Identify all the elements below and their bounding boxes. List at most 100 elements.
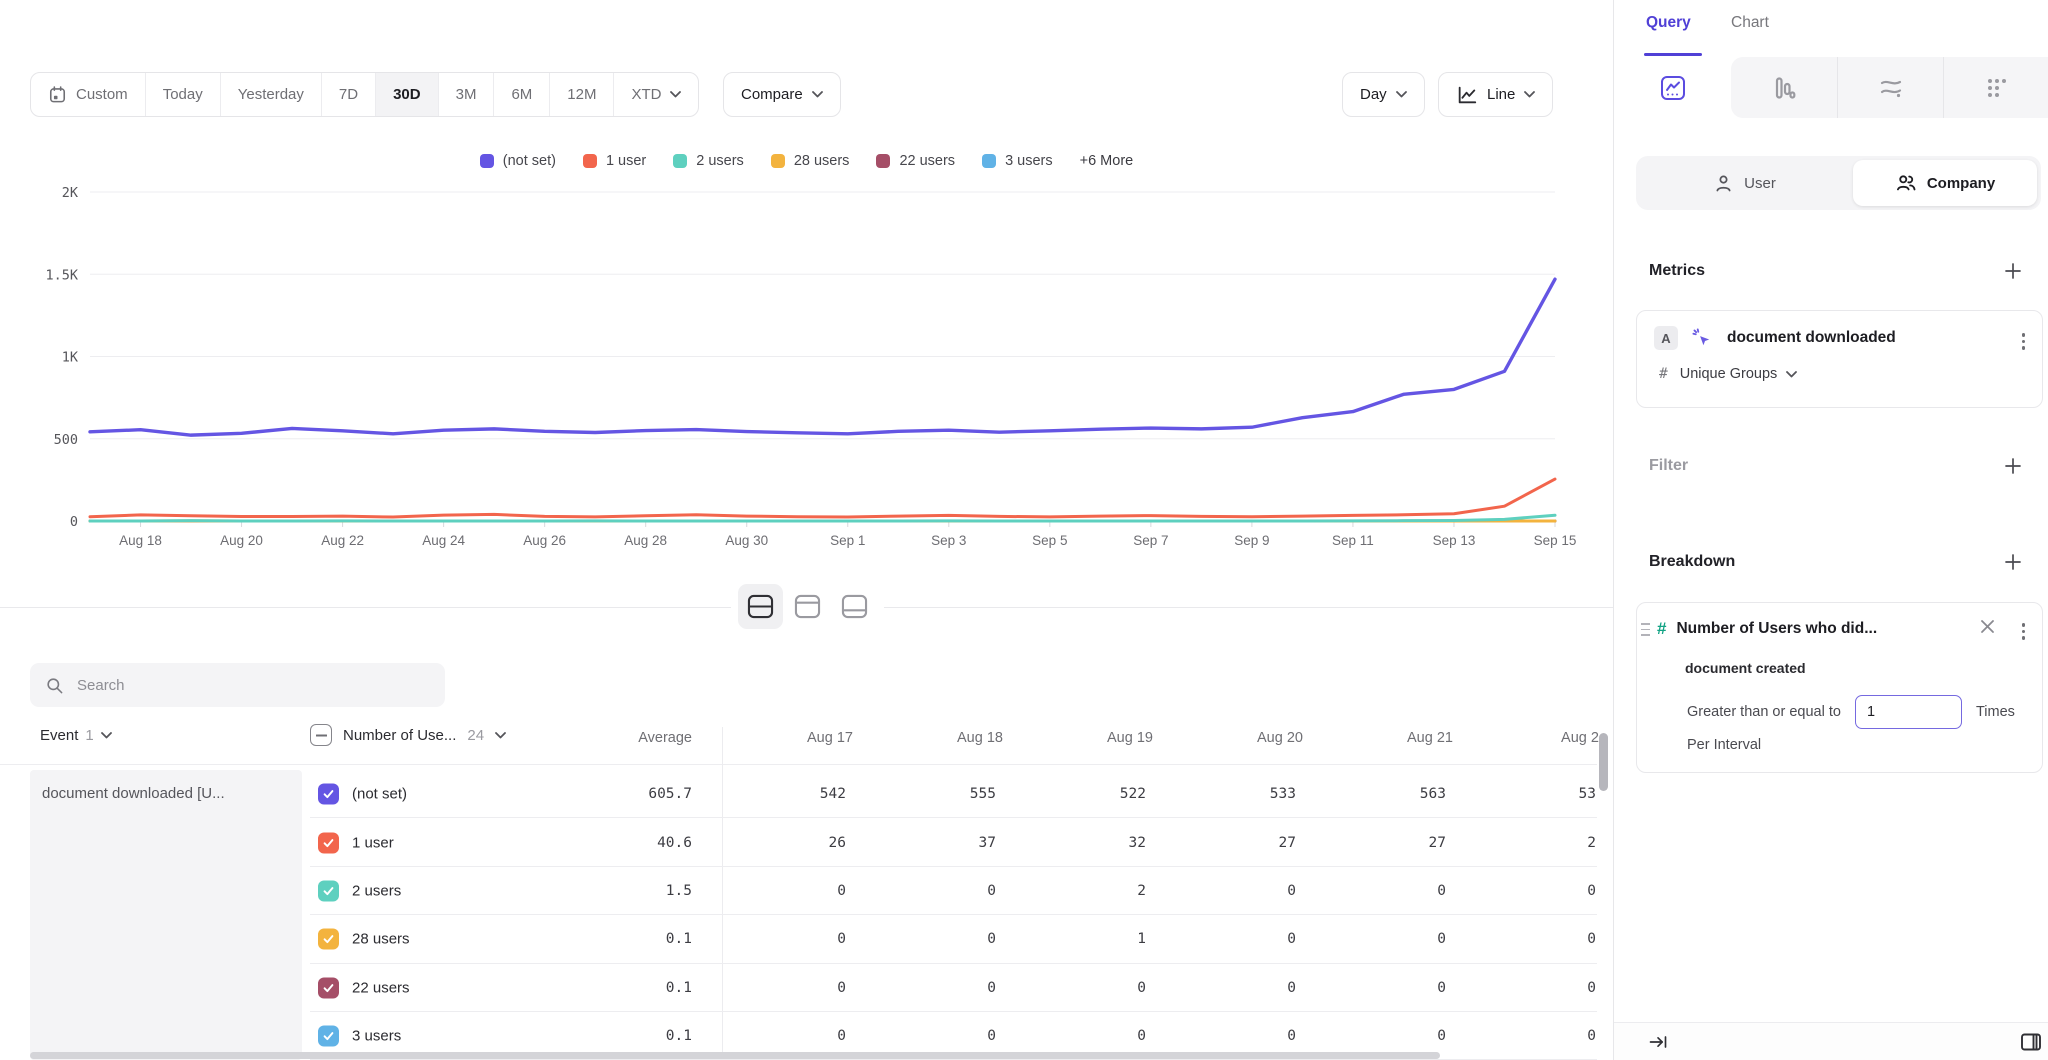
cell-day-value: 0 bbox=[1355, 1028, 1446, 1044]
range-3m[interactable]: 3M bbox=[439, 73, 495, 116]
interval-label: Day bbox=[1360, 86, 1387, 103]
line-chart-boxed-icon bbox=[1659, 74, 1687, 102]
column-header-day[interactable]: Aug 18 bbox=[905, 730, 1055, 746]
range-yesterday[interactable]: Yesterday bbox=[221, 73, 322, 116]
column-header-day[interactable]: Aug 21 bbox=[1355, 730, 1505, 746]
series-count: 24 bbox=[467, 727, 484, 744]
remove-breakdown-button[interactable] bbox=[1980, 619, 1995, 634]
cell-average: 0.1 bbox=[560, 980, 692, 996]
range-today[interactable]: Today bbox=[146, 73, 221, 116]
svg-text:0: 0 bbox=[70, 514, 78, 530]
chevron-down-icon bbox=[1524, 91, 1535, 98]
range-30d[interactable]: 30D bbox=[376, 73, 439, 116]
chevron-down-icon bbox=[670, 91, 681, 98]
series-column-header[interactable]: Number of Use... 24 bbox=[310, 724, 506, 746]
checkmark-icon bbox=[322, 933, 335, 946]
toggle-user[interactable]: User bbox=[1636, 156, 1853, 210]
metric-more-menu[interactable] bbox=[2018, 329, 2030, 354]
chevron-down-icon bbox=[1396, 91, 1407, 98]
chart-type-line-button[interactable] bbox=[1614, 57, 1731, 118]
cell-day-value: 0 bbox=[1355, 980, 1446, 996]
cell-day-value: 27 bbox=[1205, 835, 1296, 851]
chevron-down-icon bbox=[812, 91, 823, 98]
chart-type-selector bbox=[1614, 57, 2048, 118]
layout-chart-only-button[interactable] bbox=[785, 584, 830, 629]
breakdown-more-menu[interactable] bbox=[2018, 619, 2030, 644]
range-custom[interactable]: Custom bbox=[31, 73, 146, 116]
condition-value-input[interactable] bbox=[1855, 695, 1962, 729]
column-header-day[interactable]: Aug 17 bbox=[755, 730, 905, 746]
add-breakdown-button[interactable] bbox=[2002, 551, 2024, 573]
collapse-panel-button[interactable] bbox=[1648, 1032, 1668, 1052]
svg-text:Sep 13: Sep 13 bbox=[1433, 533, 1476, 548]
tab-query[interactable]: Query bbox=[1646, 14, 1691, 32]
checkmark-icon bbox=[322, 836, 335, 849]
layout-table-only-button[interactable] bbox=[832, 584, 877, 629]
per-interval-label[interactable]: Per Interval bbox=[1687, 737, 1761, 753]
add-filter-button[interactable] bbox=[2002, 455, 2024, 477]
interval-button[interactable]: Day bbox=[1342, 72, 1425, 117]
chart-type-options bbox=[1731, 57, 2048, 118]
tab-chart[interactable]: Chart bbox=[1731, 14, 1769, 32]
series-checkbox[interactable] bbox=[318, 784, 339, 805]
range-label: 3M bbox=[456, 86, 477, 103]
cell-day-value: 0 bbox=[1505, 1028, 1596, 1044]
svg-text:Sep 11: Sep 11 bbox=[1332, 533, 1374, 548]
cell-day-value: 27 bbox=[1355, 835, 1446, 851]
checkmark-icon bbox=[322, 1030, 335, 1043]
chart-type-bar-button[interactable] bbox=[1731, 57, 1837, 118]
range-6m[interactable]: 6M bbox=[494, 73, 550, 116]
condition-label: Greater than or equal to bbox=[1687, 704, 1841, 720]
filter-heading: Filter bbox=[1649, 457, 1688, 475]
breakdown-event-name[interactable]: document created bbox=[1685, 660, 1806, 676]
range-label: Yesterday bbox=[238, 86, 304, 103]
side-panel-toggle-button[interactable] bbox=[2019, 1030, 2043, 1054]
breakdown-heading: Breakdown bbox=[1649, 553, 1735, 571]
series-checkbox[interactable] bbox=[318, 929, 339, 950]
main-content: CustomToday Yesterday 7D 30D 3M 6M12MXTD Comp… bbox=[0, 0, 1613, 1060]
cell-day-value: 0 bbox=[755, 1028, 846, 1044]
add-metric-button[interactable] bbox=[2002, 260, 2024, 282]
table-row[interactable]: (not set)605.754255552253356353 bbox=[0, 770, 1597, 818]
event-column-label: Event bbox=[40, 727, 78, 744]
horizontal-scrollbar[interactable] bbox=[30, 1052, 1440, 1059]
chart-type-flow-button[interactable] bbox=[1837, 57, 1943, 118]
select-all-checkbox[interactable] bbox=[310, 724, 332, 746]
column-header-day[interactable]: Aug 20 bbox=[1205, 730, 1355, 746]
range-xtd[interactable]: XTD bbox=[614, 73, 698, 116]
table-row[interactable]: 28 users0.1001000 bbox=[0, 915, 1597, 963]
toggle-company[interactable]: Company bbox=[1853, 160, 2037, 206]
svg-text:Sep 5: Sep 5 bbox=[1032, 533, 1067, 548]
measure-dropdown[interactable]: Unique Groups bbox=[1680, 366, 1798, 382]
range-label: 7D bbox=[339, 86, 358, 103]
column-header-average[interactable]: Average bbox=[560, 730, 692, 746]
table-row[interactable]: 1 user40.626373227272 bbox=[0, 818, 1597, 866]
cell-day-value: 0 bbox=[905, 980, 996, 996]
range-12m[interactable]: 12M bbox=[550, 73, 614, 116]
calendar-icon bbox=[48, 85, 67, 104]
vertical-scrollbar[interactable] bbox=[1599, 733, 1608, 791]
chart-style-button[interactable]: Line bbox=[1438, 72, 1553, 117]
series-checkbox[interactable] bbox=[318, 880, 339, 901]
range-7d[interactable]: 7D bbox=[322, 73, 376, 116]
chart-type-scatter-button[interactable] bbox=[1943, 57, 2048, 118]
event-column-header[interactable]: Event 1 bbox=[40, 727, 112, 744]
drag-handle-icon[interactable] bbox=[1641, 623, 1650, 636]
series-checkbox[interactable] bbox=[318, 832, 339, 853]
layout-split-view-button[interactable] bbox=[738, 584, 783, 629]
close-icon bbox=[1980, 619, 1995, 634]
cell-day-value: 563 bbox=[1355, 786, 1446, 802]
metric-event-name[interactable]: document downloaded bbox=[1727, 329, 1896, 347]
user-icon bbox=[1713, 173, 1734, 194]
series-checkbox[interactable] bbox=[318, 1026, 339, 1047]
table-row[interactable]: 22 users0.1000000 bbox=[0, 964, 1597, 1012]
arrow-to-bar-icon bbox=[1648, 1032, 1668, 1052]
search-input[interactable] bbox=[77, 677, 430, 694]
compare-button[interactable]: Compare bbox=[723, 72, 841, 117]
series-checkbox[interactable] bbox=[318, 977, 339, 998]
series-label: 28 users bbox=[352, 931, 410, 948]
column-header-day[interactable]: Aug 19 bbox=[1055, 730, 1205, 746]
table-row[interactable]: 2 users1.5002000 bbox=[0, 867, 1597, 915]
panel-footer bbox=[1614, 1022, 2048, 1060]
breakdown-title[interactable]: Number of Users who did... bbox=[1676, 620, 1877, 638]
